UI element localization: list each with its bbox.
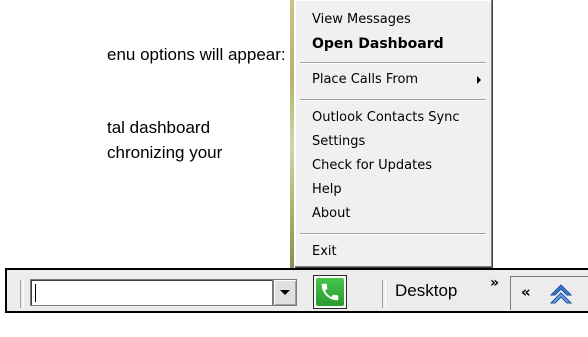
document-text-line: chronizing your bbox=[107, 143, 223, 162]
number-dropdown-button[interactable] bbox=[273, 279, 297, 306]
menu-item-settings[interactable]: Settings bbox=[295, 131, 491, 153]
document-text-line: tal dashboard bbox=[107, 118, 211, 137]
submenu-arrow-icon bbox=[477, 76, 481, 84]
menu-item-outlook-contacts-sync[interactable]: Outlook Contacts Sync bbox=[295, 107, 491, 129]
notification-area: « bbox=[510, 276, 588, 310]
menu-item-label: Help bbox=[312, 182, 342, 197]
text-caret bbox=[35, 284, 36, 302]
expand-chevron-icon[interactable]: » bbox=[490, 275, 499, 291]
menu-item-label: Outlook Contacts Sync bbox=[312, 110, 460, 125]
chevron-down-icon bbox=[280, 290, 290, 295]
menu-separator bbox=[300, 233, 486, 235]
collapse-chevron-icon[interactable]: « bbox=[521, 283, 531, 301]
menu-item-label: Exit bbox=[312, 244, 337, 259]
taskbar-toolbar: Desktop » « bbox=[5, 268, 588, 313]
menu-separator bbox=[300, 62, 486, 64]
menu-item-exit[interactable]: Exit bbox=[295, 241, 491, 263]
menu-item-label: Settings bbox=[312, 134, 366, 149]
phone-number-input[interactable] bbox=[30, 279, 273, 306]
menu-item-label: Check for Updates bbox=[312, 158, 432, 173]
menu-item-label: View Messages bbox=[312, 12, 411, 27]
menu-separator bbox=[300, 99, 486, 101]
tray-context-menu: View Messages Open Dashboard Place Calls… bbox=[294, 0, 493, 268]
toolbar-grip-handle[interactable] bbox=[20, 280, 24, 308]
menu-item-place-calls-from[interactable]: Place Calls From bbox=[295, 69, 491, 91]
menu-item-open-dashboard[interactable]: Open Dashboard bbox=[295, 33, 491, 55]
toolbar-grip-handle[interactable] bbox=[382, 280, 386, 308]
menu-item-help[interactable]: Help bbox=[295, 179, 491, 201]
phone-icon bbox=[316, 278, 344, 306]
up-chevron-icon[interactable] bbox=[549, 281, 573, 305]
menu-item-check-for-updates[interactable]: Check for Updates bbox=[295, 155, 491, 177]
menu-item-label: Place Calls From bbox=[312, 72, 419, 87]
document-text-line: enu options will appear: bbox=[107, 45, 286, 64]
menu-item-label: Open Dashboard bbox=[312, 36, 444, 52]
menu-item-label: About bbox=[312, 206, 351, 221]
menu-item-about[interactable]: About bbox=[295, 203, 491, 225]
call-button[interactable] bbox=[313, 275, 347, 309]
menu-item-view-messages[interactable]: View Messages bbox=[295, 9, 491, 31]
desktop-toolbar-label[interactable]: Desktop bbox=[395, 281, 457, 301]
